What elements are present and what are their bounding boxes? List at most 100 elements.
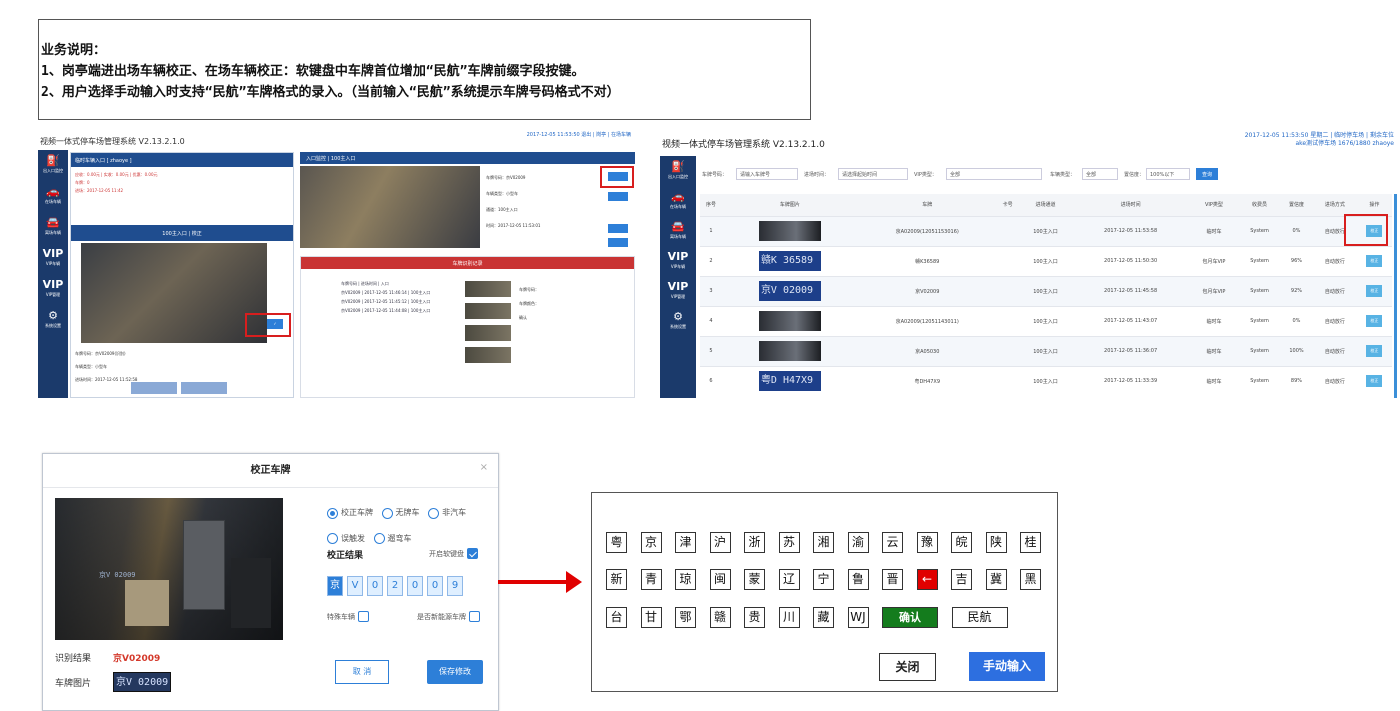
key-province[interactable]: 新 xyxy=(606,569,627,590)
backspace-key[interactable]: ← xyxy=(916,569,938,590)
key-province[interactable]: 贵 xyxy=(744,607,765,628)
soft-keyboard-toggle[interactable]: 开启软键盘 xyxy=(429,548,478,559)
key-province[interactable]: 京 xyxy=(640,532,662,553)
radio-non-vehicle[interactable]: 非汽车 xyxy=(428,502,466,524)
radio-correct-plate[interactable]: 校正车牌 xyxy=(327,502,373,524)
key-province[interactable]: 粤 xyxy=(606,532,627,553)
key-province[interactable]: 青 xyxy=(640,569,662,590)
sidebar-item-left[interactable]: 🚘 离场车辆 xyxy=(38,212,68,243)
new-energy-option[interactable]: 是否新能源车牌 xyxy=(417,611,480,622)
correct-button[interactable]: 校正 xyxy=(1366,315,1383,327)
vip-filter-select[interactable]: 全部 xyxy=(946,168,1042,180)
camera-view xyxy=(81,243,267,343)
gear-icon: ⚙ xyxy=(48,309,58,322)
correct-button[interactable] xyxy=(608,172,628,181)
time-filter-input[interactable]: 请选择起始时间 xyxy=(838,168,908,180)
key-province[interactable]: 藏 xyxy=(813,607,834,628)
manual-input-button[interactable]: 手动输入 xyxy=(969,652,1045,681)
key-wj[interactable]: WJ xyxy=(847,607,869,628)
correct-button[interactable]: ✓ xyxy=(267,319,283,329)
plate-filter-input[interactable]: 请输入车牌号 xyxy=(736,168,798,180)
checkbox-checked[interactable] xyxy=(467,548,478,559)
key-province[interactable]: 吉 xyxy=(951,569,972,590)
table-row[interactable]: 1 京A02009(12051153016) 100主入口 2017-12-05… xyxy=(700,215,1392,246)
key-province[interactable]: 川 xyxy=(778,607,800,628)
side-button[interactable] xyxy=(608,224,628,233)
key-province[interactable]: 陕 xyxy=(985,532,1007,553)
sidebar-item-in-park[interactable]: 🚗 在场车辆 xyxy=(660,186,696,216)
key-province[interactable]: 豫 xyxy=(916,532,938,553)
sidebar-item-settings[interactable]: ⚙ 系统设置 xyxy=(660,306,696,336)
special-vehicle-option[interactable]: 特殊车辆 xyxy=(327,611,369,622)
confirm-key[interactable]: 确认 xyxy=(882,607,938,628)
plate-char[interactable]: 9 xyxy=(447,576,463,596)
key-province[interactable]: 桂 xyxy=(1020,532,1041,553)
key-province[interactable]: 苏 xyxy=(778,532,800,553)
plate-char[interactable]: 2 xyxy=(387,576,403,596)
sidebar-item-monitor[interactable]: ⛽ 出入口监控 xyxy=(660,156,696,186)
close-icon[interactable]: × xyxy=(480,462,488,473)
table-row[interactable]: 2 赣K 36589 赣K36589 100主入口 2017-12-05 11:… xyxy=(700,245,1392,276)
side-button[interactable] xyxy=(608,192,628,201)
conf-filter-select[interactable]: 100%以下 xyxy=(1146,168,1190,180)
sidebar-item-monitor[interactable]: ⛽ 出入口监控 xyxy=(38,150,68,181)
correct-button[interactable]: 校正 xyxy=(1366,345,1383,357)
key-province[interactable]: 皖 xyxy=(951,532,972,553)
management-screenshot: 视频一体式停车场管理系统 V2.13.2.1.0 2017-12-05 11:5… xyxy=(660,128,1400,398)
key-province[interactable]: 赣 xyxy=(709,607,731,628)
table-row[interactable]: 4 京A02009(12051143011) 100主入口 2017-12-05… xyxy=(700,305,1392,336)
plate-char[interactable]: V xyxy=(347,576,363,596)
key-province[interactable]: 渝 xyxy=(847,532,869,553)
table-row[interactable]: 6 粤D H47X9 粤DH47X9 100主入口 2017-12-05 11:… xyxy=(700,365,1392,396)
key-province[interactable]: 辽 xyxy=(778,569,800,590)
vip-icon: VIP xyxy=(42,247,64,260)
correct-button[interactable]: 校正 xyxy=(1366,375,1383,388)
key-province[interactable]: 冀 xyxy=(985,569,1007,590)
key-province[interactable]: 台 xyxy=(606,607,627,628)
key-province[interactable]: 浙 xyxy=(744,532,765,553)
sidebar-item-vip-manage[interactable]: VIP VIP管理 xyxy=(660,276,696,306)
checkbox[interactable] xyxy=(469,611,480,622)
key-province[interactable]: 晋 xyxy=(882,569,903,590)
key-province[interactable]: 沪 xyxy=(709,532,731,553)
correct-button[interactable]: 校正 xyxy=(1366,285,1383,297)
key-province[interactable]: 甘 xyxy=(640,607,662,628)
charge-button[interactable] xyxy=(181,382,227,394)
key-province[interactable]: 闽 xyxy=(709,569,731,590)
key-province[interactable]: 鄂 xyxy=(675,607,696,628)
radio-false-trigger[interactable]: 误触发 xyxy=(327,528,365,550)
key-province[interactable]: 黑 xyxy=(1020,569,1041,590)
side-button[interactable] xyxy=(608,238,628,247)
cancel-button[interactable]: 取 消 xyxy=(335,660,389,684)
sidebar-item-vip[interactable]: VIP VIP车辆 xyxy=(660,246,696,276)
sidebar-item-settings[interactable]: ⚙ 系统设置 xyxy=(38,305,68,336)
key-province[interactable]: 鲁 xyxy=(847,569,869,590)
correct-button[interactable]: 校正 xyxy=(1366,255,1383,267)
checkbox[interactable] xyxy=(358,611,369,622)
type-filter-select[interactable]: 全部 xyxy=(1082,168,1118,180)
key-province[interactable]: 宁 xyxy=(813,569,834,590)
plate-char-province[interactable]: 京 xyxy=(327,576,343,596)
plate-char[interactable]: 0 xyxy=(427,576,443,596)
radio-loop-car[interactable]: 遛弯车 xyxy=(373,528,412,550)
sidebar-item-in-park[interactable]: 🚗 在场车辆 xyxy=(38,181,68,212)
key-province[interactable]: 云 xyxy=(882,532,903,553)
keyboard-close-button[interactable]: 关闭 xyxy=(879,653,936,681)
key-province[interactable]: 湘 xyxy=(813,532,834,553)
save-button[interactable]: 保存修改 xyxy=(427,660,483,684)
civil-aviation-key[interactable]: 民航 xyxy=(951,607,1008,628)
table-row[interactable]: 5 京A05030 100主入口 2017-12-05 11:36:07 临时车… xyxy=(700,335,1392,366)
key-province[interactable]: 琼 xyxy=(675,569,696,590)
sidebar-item-left[interactable]: 🚘 离场车辆 xyxy=(660,216,696,246)
plate-char[interactable]: 0 xyxy=(367,576,383,596)
search-button[interactable]: 查询 xyxy=(1196,168,1218,180)
sidebar-item-vip-manage[interactable]: VIP VIP管理 xyxy=(38,274,68,305)
key-province[interactable]: 津 xyxy=(675,532,696,553)
radio-no-plate[interactable]: 无牌车 xyxy=(381,502,420,524)
table-scrollbar[interactable] xyxy=(1394,194,1397,398)
table-row[interactable]: 3 京V 02009 京V02009 100主入口 2017-12-05 11:… xyxy=(700,275,1392,306)
key-province[interactable]: 蒙 xyxy=(744,569,765,590)
plate-char[interactable]: 0 xyxy=(407,576,423,596)
release-button[interactable] xyxy=(131,382,177,394)
sidebar-item-vip[interactable]: VIP VIP车辆 xyxy=(38,243,68,274)
